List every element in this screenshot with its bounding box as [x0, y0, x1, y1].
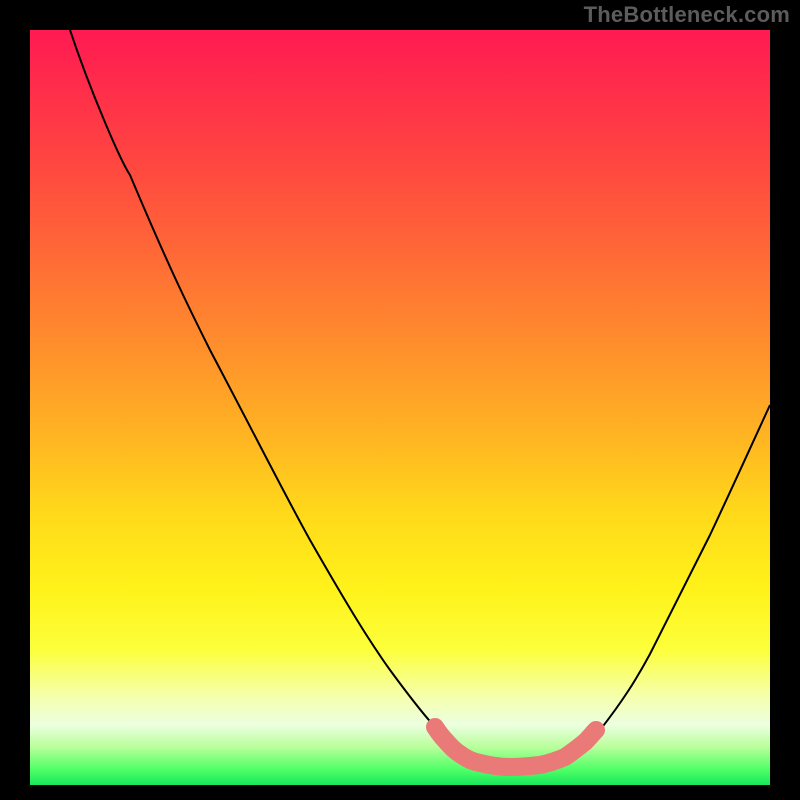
plot-area: [30, 30, 770, 785]
watermark-text: TheBottleneck.com: [584, 2, 790, 28]
curve-layer: [30, 30, 770, 785]
highlight-band: [435, 727, 596, 767]
bottleneck-curve: [70, 30, 770, 768]
chart-frame: TheBottleneck.com: [0, 0, 800, 800]
